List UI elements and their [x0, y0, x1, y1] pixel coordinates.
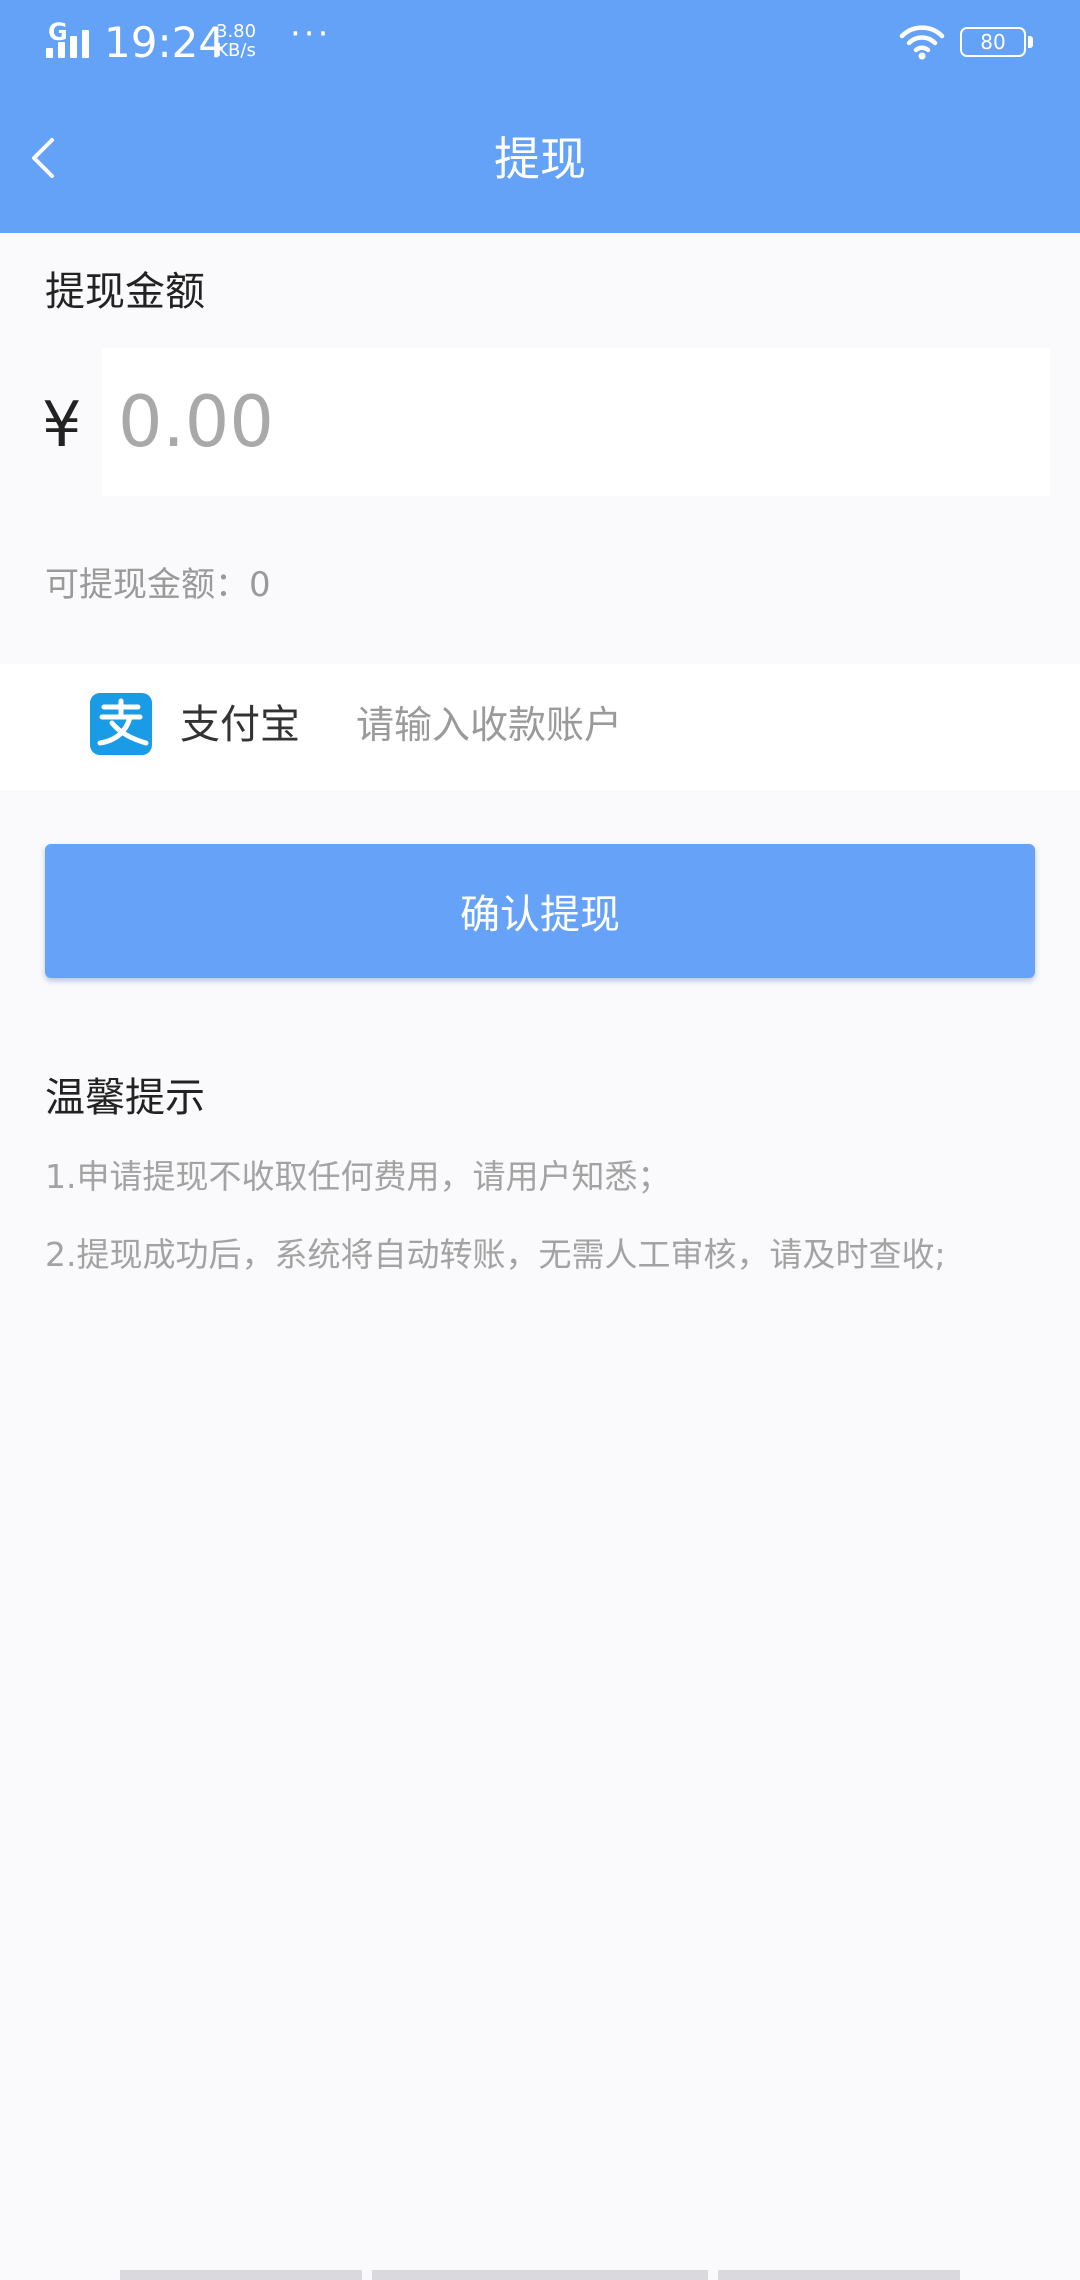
- tips-title: 温馨提示: [45, 1075, 205, 1121]
- currency-symbol: ¥: [42, 388, 82, 461]
- available-amount-value: 0: [249, 565, 271, 605]
- available-amount-label: 可提现金额：: [45, 565, 249, 605]
- signal-icon: [46, 30, 92, 58]
- header-bar: G 19:24 3.80 KB/s ··· 80 提现: [0, 0, 1080, 233]
- tip-item: 1.申请提现不收取任何费用，请用户知悉；: [45, 1157, 671, 1196]
- battery-level: 80: [980, 30, 1006, 54]
- gesture-bar: [120, 2270, 960, 2280]
- payment-method-row: 支付宝: [0, 664, 1080, 790]
- wifi-icon: [899, 25, 945, 60]
- battery-cap: [1028, 36, 1033, 48]
- available-amount: 可提现金额：0: [45, 560, 271, 610]
- payment-method-name: 支付宝: [180, 702, 300, 748]
- tip-item: 2.提现成功后，系统将自动转账，无需人工审核，请及时查收;: [45, 1235, 946, 1274]
- confirm-withdraw-button[interactable]: 确认提现: [45, 844, 1035, 978]
- battery-icon: 80: [960, 27, 1026, 57]
- amount-input[interactable]: [102, 348, 1050, 496]
- status-bar: G 19:24 3.80 KB/s ··· 80: [0, 0, 1080, 90]
- account-input[interactable]: [356, 690, 1036, 760]
- page-title: 提现: [494, 132, 586, 186]
- network-speed-unit: KB/s: [216, 40, 256, 61]
- network-speed-value: 3.80: [216, 21, 257, 42]
- network-speed: 3.80 KB/s: [216, 22, 256, 60]
- more-notifications-icon: ···: [290, 14, 332, 54]
- amount-label: 提现金额: [45, 269, 205, 315]
- status-time: 19:24: [104, 18, 226, 67]
- alipay-icon: [90, 693, 152, 755]
